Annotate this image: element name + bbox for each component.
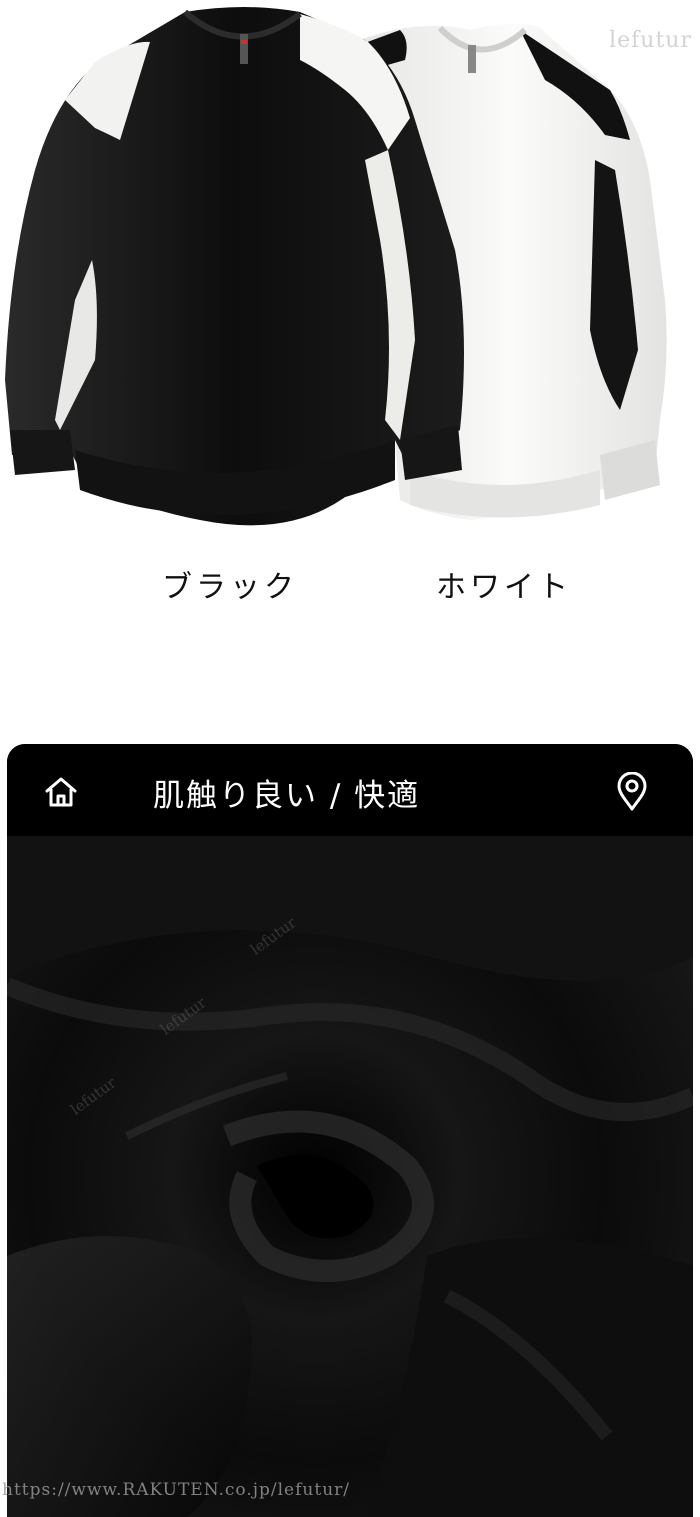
location-pin-icon[interactable] <box>615 772 649 812</box>
home-icon[interactable] <box>43 774 79 810</box>
color-label-black: ブラック <box>162 570 298 605</box>
feature-panel: 肌触り良い / 快適 lefutur lefutur lefutur <box>7 744 693 1517</box>
sweatshirt-images <box>5 7 667 526</box>
fabric-closeup-image <box>7 836 693 1517</box>
black-sweatshirt <box>5 7 464 526</box>
product-colors-section: lefutur ブラック ホワイト <box>0 0 700 660</box>
color-label-white: ホワイト <box>436 570 572 605</box>
brand-watermark: lefutur <box>609 28 692 53</box>
panel-header: 肌触り良い / 快適 <box>7 744 693 836</box>
source-url-watermark: https://www.RAKUTEN.co.jp/lefutur/ <box>2 1480 350 1500</box>
panel-title: 肌触り良い / 快適 <box>153 778 421 814</box>
fabric-texture <box>7 836 693 1517</box>
